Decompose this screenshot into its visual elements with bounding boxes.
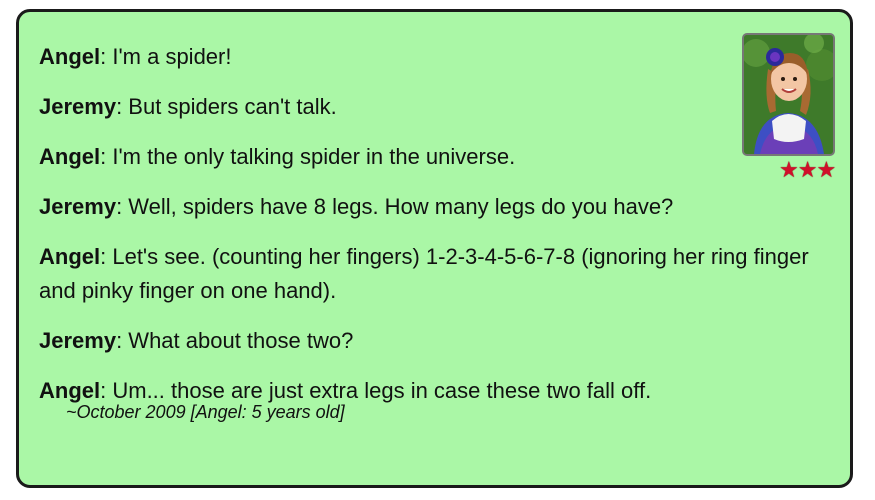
dialogue-line: Angel: I'm a spider! — [39, 40, 809, 74]
line-text: : Let's see. (counting her fingers) 1-2-… — [39, 244, 809, 303]
speaker-name: Jeremy — [39, 94, 117, 119]
speaker-name: Angel — [39, 144, 101, 169]
speaker-name: Angel — [39, 378, 101, 403]
rating-stars: ★★★ — [779, 158, 836, 183]
dialogue-line: Jeremy: What about those two? — [39, 324, 809, 358]
quote-date: ~October 2009 [Angel: 5 years old] — [66, 402, 345, 422]
dialogue-line: Jeremy: But spiders can't talk. — [39, 90, 809, 124]
child-photo — [742, 33, 835, 156]
line-text: : What about those two? — [116, 328, 354, 353]
line-text: : Well, spiders have 8 legs. How many le… — [116, 194, 674, 219]
line-text: : I'm a spider! — [100, 44, 232, 69]
line-text: : But spiders can't talk. — [116, 94, 337, 119]
line-text: : Um... those are just extra legs in cas… — [100, 378, 652, 403]
dialogue-line: Angel: Let's see. (counting her fingers)… — [39, 240, 809, 308]
quote-card: Angel: I'm a spider! Jeremy: But spiders… — [16, 9, 853, 488]
speaker-name: Angel — [39, 44, 101, 69]
child-photo-illustration — [744, 35, 833, 154]
speaker-name: Jeremy — [39, 328, 117, 353]
dialogue: Angel: I'm a spider! Jeremy: But spiders… — [39, 40, 809, 424]
dialogue-line: Jeremy: Well, spiders have 8 legs. How m… — [39, 190, 809, 224]
dialogue-line: Angel: I'm the only talking spider in th… — [39, 140, 809, 174]
line-text: : I'm the only talking spider in the uni… — [100, 144, 516, 169]
speaker-name: Jeremy — [39, 194, 117, 219]
speaker-name: Angel — [39, 244, 101, 269]
